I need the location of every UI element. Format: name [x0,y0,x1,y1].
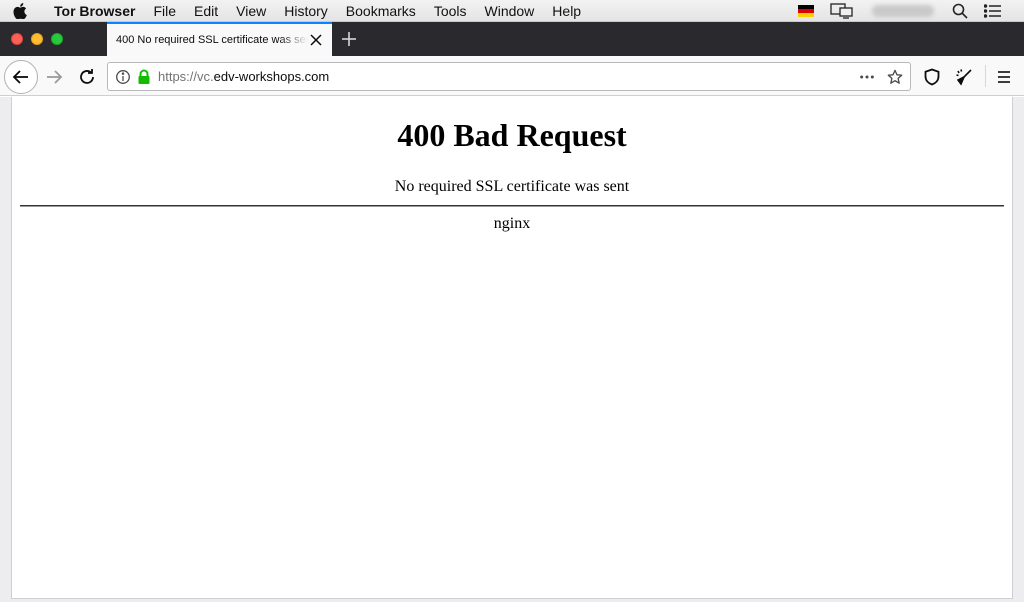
url-bar[interactable]: https://vc.edv-workshops.com [107,62,911,91]
error-message: No required SSL certificate was sent [394,178,630,195]
new-identity-broom-icon[interactable] [955,68,973,86]
menu-app-name[interactable]: Tor Browser [40,0,144,22]
close-window-button[interactable] [11,33,23,45]
bookmark-star-icon[interactable] [887,69,903,85]
menu-bookmarks[interactable]: Bookmarks [337,0,425,22]
menu-tools[interactable]: Tools [425,0,476,22]
navigation-toolbar: https://vc.edv-workshops.com [0,56,1024,96]
lock-icon[interactable] [136,69,152,85]
menu-view[interactable]: View [227,0,275,22]
horizontal-rule [20,205,1004,207]
window-controls [0,22,107,56]
forward-button[interactable] [45,68,63,86]
hamburger-menu-icon[interactable] [995,68,1013,86]
new-tab-button[interactable] [332,22,366,56]
security-shield-icon[interactable] [923,68,941,86]
back-arrow-icon [12,70,28,84]
toolbar-separator [985,65,986,87]
page-heading: 400 Bad Request [397,117,627,153]
apple-icon[interactable] [0,2,40,19]
forward-arrow-icon [47,70,63,84]
german-flag-icon[interactable] [790,0,822,22]
url-text: https://vc.edv-workshops.com [158,69,329,84]
reload-button[interactable] [78,68,96,86]
menu-help[interactable]: Help [543,0,590,22]
tab-active[interactable]: 400 No required SSL certificate was sent [107,22,332,56]
screen-mirroring-icon[interactable] [822,0,862,22]
menu-edit[interactable]: Edit [185,0,227,22]
url-domain: edv-workshops.com [213,69,330,84]
url-scheme: https://vc. [158,69,214,84]
server-name: nginx [493,215,531,232]
tab-strip: 400 No required SSL certificate was sent [0,22,1024,56]
site-info-icon[interactable] [115,69,131,85]
menu-bar-status-area [790,0,1024,22]
menu-file[interactable]: File [144,0,185,22]
zoom-window-button[interactable] [51,33,63,45]
menu-clock-blurred [872,5,934,17]
menu-window[interactable]: Window [476,0,544,22]
notification-center-icon[interactable] [976,0,1024,22]
reload-icon [80,69,94,84]
back-button[interactable] [4,60,38,94]
page-actions-icon[interactable] [859,69,875,85]
minimize-window-button[interactable] [31,33,43,45]
macos-menu-bar: Tor Browser File Edit View History Bookm… [0,0,1024,22]
web-content-area: 400 Bad Request No required SSL certific… [11,97,1013,599]
menu-history[interactable]: History [275,0,337,22]
spotlight-search-icon[interactable] [944,0,976,22]
tab-title: 400 No required SSL certificate was sent [116,34,308,46]
close-tab-icon[interactable] [308,32,324,48]
